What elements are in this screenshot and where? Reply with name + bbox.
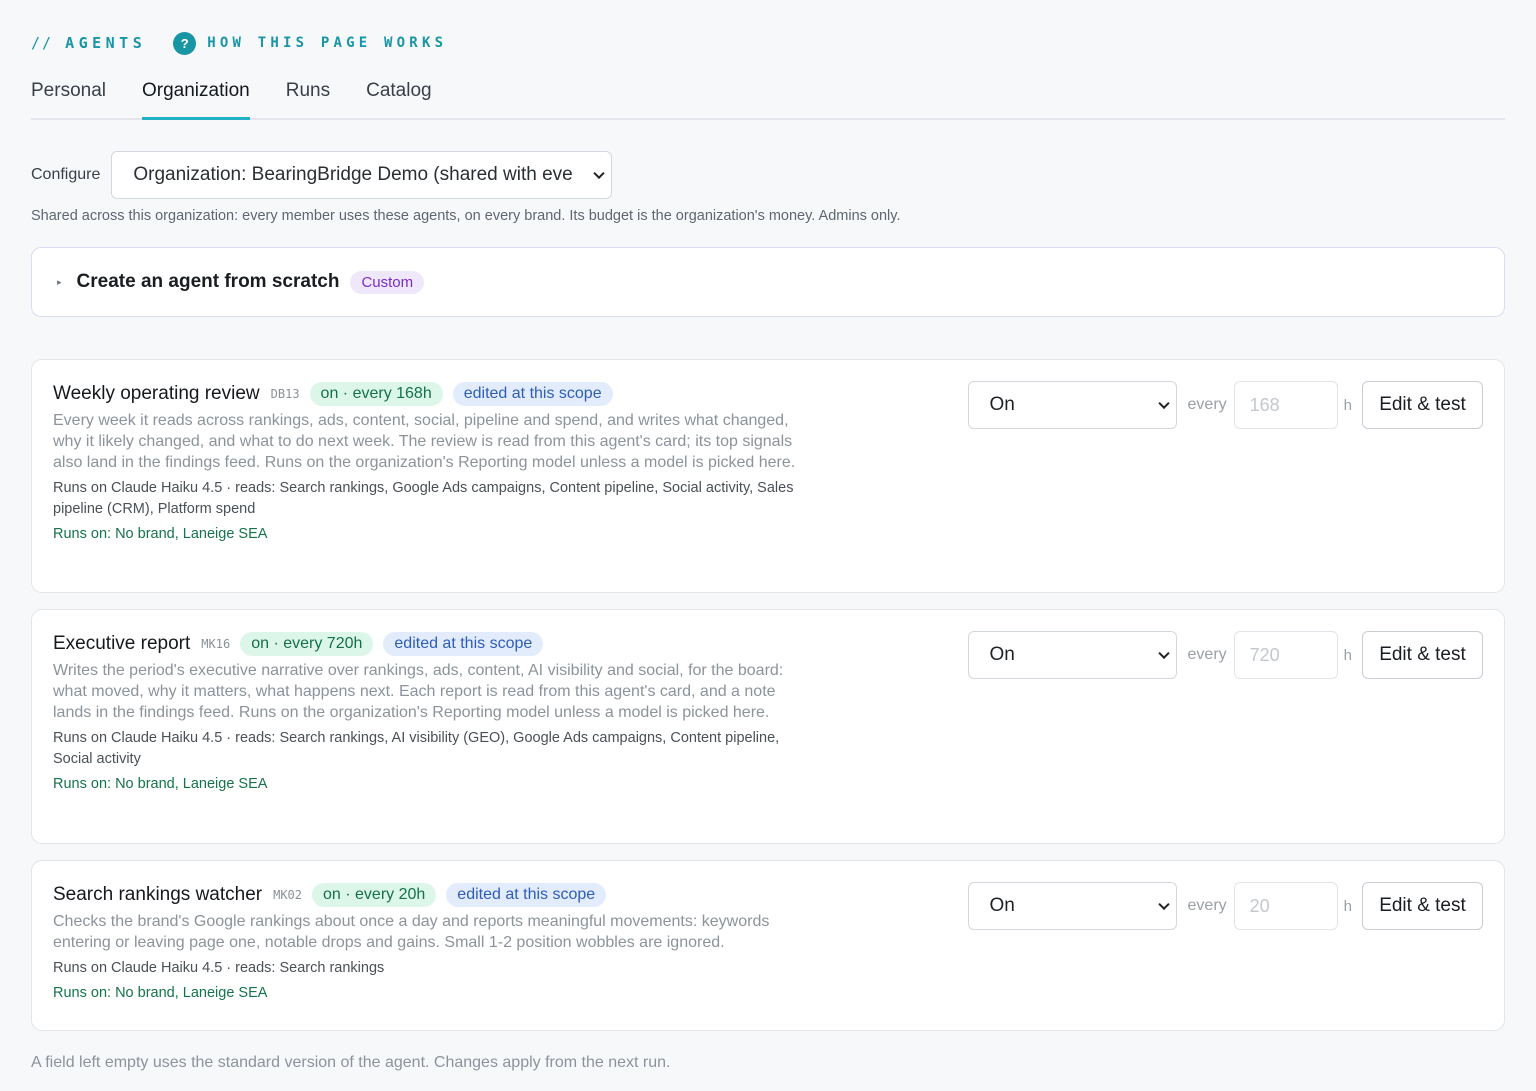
agent-code: DB13 [270,387,300,401]
state-select[interactable]: On [967,882,1177,930]
state-select-value: On [989,644,1015,665]
section-label: AGENTS [65,34,147,52]
every-label: every [1187,897,1227,914]
custom-badge: Custom [350,270,425,294]
interval-input[interactable]: 20 [1233,882,1338,930]
every-label: every [1187,646,1227,663]
chevron-down-icon [1157,397,1170,410]
every-label: every [1187,396,1227,413]
scope-select[interactable]: Organization: BearingBridge Demo (shared… [111,151,613,199]
agent-title: Executive report [53,633,191,654]
create-agent-card[interactable]: ▸ Create an agent from scratch Custom [31,247,1505,317]
hours-unit-label: h [1343,897,1352,915]
tab-runs[interactable]: Runs [286,78,330,118]
agent-controls: On every 20 h Edit & test [967,882,1483,930]
state-select[interactable]: On [967,381,1177,429]
agent-reads: Runs on Claude Haiku 4.5 · reads: Search… [53,730,780,767]
agent-title: Search rankings watcher [53,884,263,905]
edit-and-test-button[interactable]: Edit & test [1362,882,1483,930]
how-this-page-works-link[interactable]: HOW THIS PAGE WORKS [207,35,447,51]
tab-organization[interactable]: Organization [142,78,250,120]
chevron-down-icon [1157,898,1170,911]
chevron-down-icon [1157,647,1170,660]
agent-card-search-rankings-watcher: Search rankings watcher MK02 on · every … [31,860,1505,1031]
page-header: // AGENTS ? HOW THIS PAGE WORKS [31,30,1505,56]
footer-note: A field left empty uses the standard ver… [31,1054,671,1071]
interval-input[interactable]: 168 [1233,381,1338,429]
edit-and-test-button[interactable]: Edit & test [1362,381,1483,429]
state-select-value: On [989,394,1015,415]
status-badge: on · every 20h [312,883,437,907]
expand-caret-icon[interactable]: ▸ [57,277,62,288]
tab-bar: Personal Organization Runs Catalog [31,78,1505,120]
status-badge: on · every 168h [309,382,443,406]
create-agent-title[interactable]: Create an agent from scratch [77,271,340,293]
agent-runs-on: Runs on: No brand, Laneige SEA [53,526,268,542]
agent-code: MK16 [201,637,231,651]
status-badge: on · every 720h [240,632,374,656]
agent-card-weekly-operating-review: Weekly operating review DB13 on · every … [31,359,1505,593]
chevron-down-icon [593,167,606,180]
state-select-value: On [989,895,1015,916]
interval-input[interactable]: 720 [1233,631,1338,679]
hours-unit-label: h [1343,646,1352,664]
agent-controls: On every 168 h Edit & test [967,381,1483,429]
scope-badge: edited at this scope [446,883,607,907]
configure-label: Configure [31,166,101,183]
agent-description: Writes the period's executive narrative … [53,662,784,721]
help-icon[interactable]: ? [173,31,197,55]
agent-description: Checks the brand's Google rankings about… [53,913,770,951]
configure-row: Configure Organization: BearingBridge De… [31,151,1505,199]
agent-card-executive-report: Executive report MK16 on · every 720h ed… [31,609,1505,844]
scope-note: Shared across this organization: every m… [31,208,901,224]
agent-code: MK02 [273,888,303,902]
hours-unit-label: h [1343,396,1352,414]
state-select[interactable]: On [967,631,1177,679]
agent-reads: Runs on Claude Haiku 4.5 · reads: Search… [53,960,385,976]
agent-controls: On every 720 h Edit & test [967,631,1483,679]
edit-and-test-button[interactable]: Edit & test [1362,631,1483,679]
tab-catalog[interactable]: Catalog [366,78,432,118]
agents-page: // AGENTS ? HOW THIS PAGE WORKS Personal … [31,30,1505,1031]
scope-badge: edited at this scope [383,632,544,656]
section-title: // AGENTS [31,34,146,52]
agent-reads: Runs on Claude Haiku 4.5 · reads: Search… [53,480,794,517]
agent-title: Weekly operating review [53,383,260,404]
agent-description: Every week it reads across rankings, ads… [53,412,796,471]
tab-personal[interactable]: Personal [31,78,106,118]
agent-runs-on: Runs on: No brand, Laneige SEA [53,985,268,1001]
slashes: // [31,34,54,52]
scope-select-value: Organization: BearingBridge Demo (shared… [133,164,573,185]
agent-runs-on: Runs on: No brand, Laneige SEA [53,776,268,792]
scope-badge: edited at this scope [452,382,613,406]
